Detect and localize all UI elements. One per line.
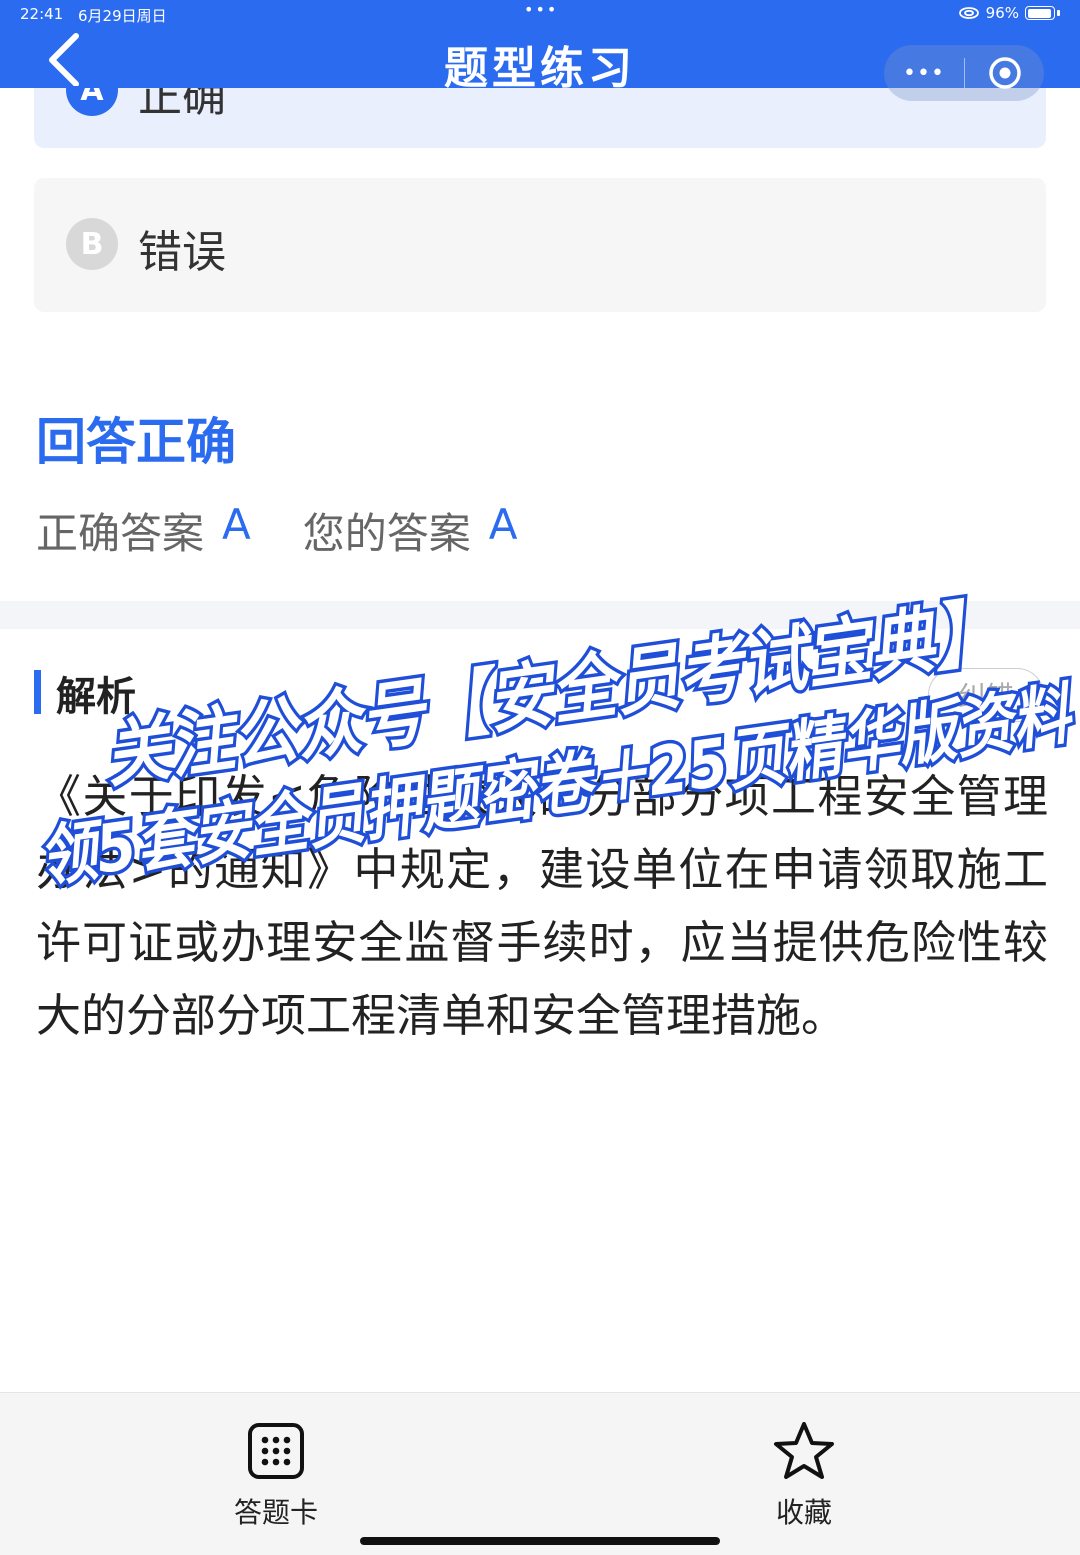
- analysis-text: 《关于印发<危险性较大的分部分项工程安全管理办法>的通知》中规定，建设单位在申请…: [36, 770, 1048, 1042]
- answer-summary: 正确答案 A 您的答案 A: [36, 500, 518, 561]
- home-indicator[interactable]: [360, 1537, 720, 1545]
- result-status: 回答正确: [36, 413, 236, 471]
- miniapp-capsule: •••: [884, 45, 1044, 101]
- option-b[interactable]: B 错误: [34, 178, 1046, 312]
- analysis-accent-bar: [34, 670, 41, 714]
- option-b-badge: B: [66, 218, 118, 270]
- battery-percent: 96%: [985, 4, 1019, 22]
- section-divider: [0, 601, 1080, 629]
- favorite-button[interactable]: 收藏: [734, 1421, 874, 1531]
- status-right: 96%: [958, 4, 1060, 22]
- status-bar: 22:41 6月29日周日 ••• 96%: [0, 0, 1080, 30]
- your-answer-value: A: [488, 500, 518, 549]
- correct-answer-value: A: [222, 500, 251, 549]
- analysis-heading: 解析: [56, 674, 136, 720]
- more-icon: •••: [903, 60, 945, 86]
- status-time: 22:41: [20, 5, 64, 23]
- battery-fill: [1027, 8, 1051, 18]
- star-icon: [774, 1422, 834, 1479]
- more-options-button[interactable]: •••: [884, 45, 964, 101]
- your-answer-label: 您的答案: [302, 509, 471, 558]
- grid-icon: [248, 1423, 304, 1479]
- battery-cap: [1057, 10, 1060, 16]
- report-error-button[interactable]: 纠错: [928, 668, 1044, 722]
- status-date: 6月29日周日: [78, 7, 167, 25]
- target-close-icon: [988, 57, 1021, 89]
- correct-answer-label: 正确答案: [36, 509, 205, 558]
- battery-icon: [1025, 6, 1055, 20]
- close-miniapp-button[interactable]: [965, 45, 1044, 101]
- favorite-label: 收藏: [775, 1496, 832, 1529]
- answer-card-label: 答题卡: [233, 1496, 318, 1529]
- option-b-text: 错误: [138, 227, 226, 278]
- answer-card-button[interactable]: 答题卡: [206, 1421, 346, 1531]
- multitask-dots[interactable]: •••: [524, 0, 558, 19]
- bottom-toolbar: 答题卡 收藏: [0, 1392, 1080, 1555]
- wifi-icon: [958, 7, 979, 19]
